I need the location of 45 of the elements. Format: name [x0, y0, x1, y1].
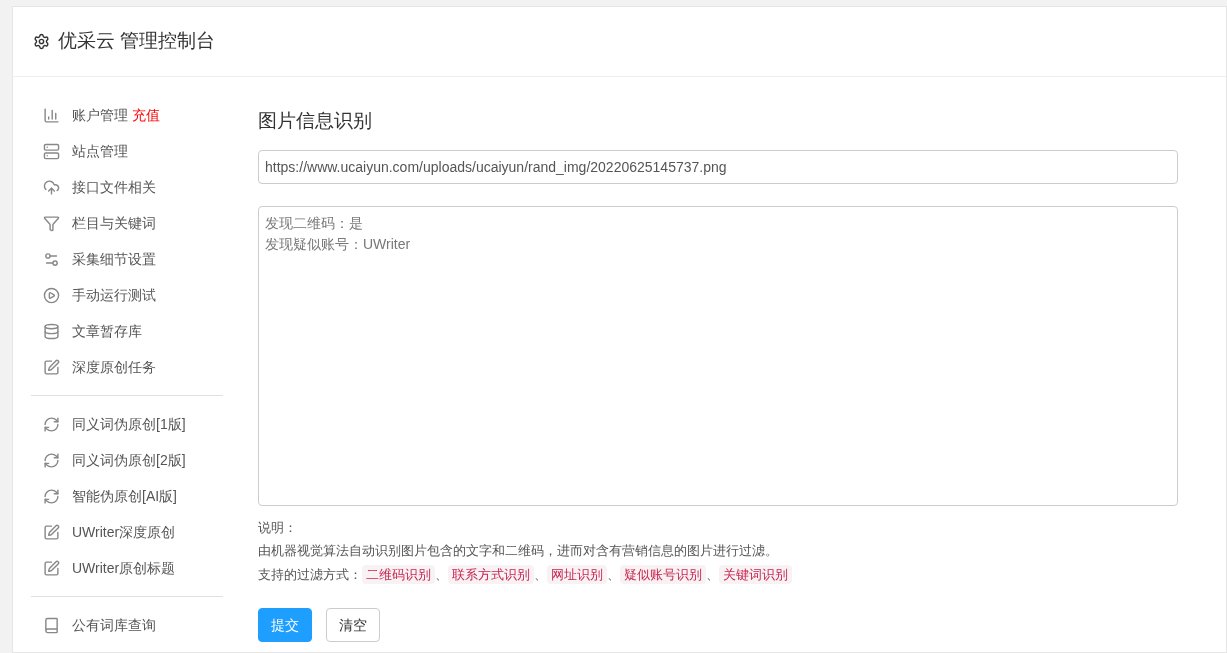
refresh-icon: [43, 415, 60, 433]
separator: 、: [607, 565, 620, 584]
url-field[interactable]: https://www.ucaiyun.com/uploads/ucaiyun/rand_img/20220625145737.png: [258, 149, 1178, 184]
separator: 、: [435, 565, 448, 584]
refresh-icon: [43, 451, 60, 469]
sidebar-item[interactable]: 公有词库查询: [31, 607, 223, 643]
sidebar-item[interactable]: 站点管理: [31, 133, 223, 169]
sidebar-item[interactable]: 同义词伪原创[2版]: [31, 442, 223, 478]
description: 由机器视觉算法自动识别图片包含的文字和二维码，进而对含有营销信息的图片进行过滤。: [258, 542, 779, 560]
sidebar-item[interactable]: 深度原创任务: [31, 349, 223, 385]
server-icon: [43, 142, 60, 160]
filter-icon: [43, 214, 60, 232]
play-icon: [43, 286, 60, 304]
sidebar-item[interactable]: 接口文件相关: [31, 169, 223, 205]
sidebar-item[interactable]: 采集细节设置: [31, 241, 223, 277]
book-icon: [43, 616, 60, 634]
sidebar-item[interactable]: 手动运行测试: [31, 277, 223, 313]
sidebar-item[interactable]: UWriter原创标题: [31, 550, 223, 586]
sidebar-item[interactable]: 同义词伪原创[1版]: [31, 406, 223, 442]
separator: 、: [534, 565, 547, 584]
edit-icon: [43, 523, 60, 541]
sidebar-item[interactable]: 栏目与关键词: [31, 205, 223, 241]
separator: 、: [706, 565, 719, 584]
filter-tag: 二维码识别: [362, 564, 435, 584]
section-title: 图片信息识别: [258, 109, 373, 133]
edit-icon: [43, 559, 60, 577]
filter-tag: 联系方式识别: [448, 564, 534, 584]
refresh-icon: [43, 487, 60, 505]
sidebar-item[interactable]: 文章暂存库: [31, 313, 223, 349]
filter-tag: 疑似账号识别: [620, 564, 706, 584]
clear-button[interactable]: 清空: [326, 608, 380, 642]
database-icon: [43, 322, 60, 340]
sidebar-item[interactable]: UWriter深度原创: [31, 514, 223, 550]
sidebar-item[interactable]: 账户管理 充值: [31, 97, 223, 133]
edit-icon: [43, 358, 60, 376]
settings-icon: [33, 33, 50, 50]
result-box[interactable]: 发现二维码：是 发现疑似账号：UWriter: [258, 205, 1178, 506]
page-title: 优采云 管理控制台: [58, 29, 216, 54]
cloud-upload-icon: [43, 178, 60, 196]
note-label: 说明：: [258, 518, 298, 537]
bar-chart-icon: [43, 106, 60, 124]
filters-label: 支持的过滤方式：: [258, 565, 362, 584]
filter-tag: 关键词识别: [719, 564, 792, 584]
filter-tag: 网址识别: [547, 564, 607, 584]
sidebar-item[interactable]: 智能伪原创[AI版]: [31, 478, 223, 514]
